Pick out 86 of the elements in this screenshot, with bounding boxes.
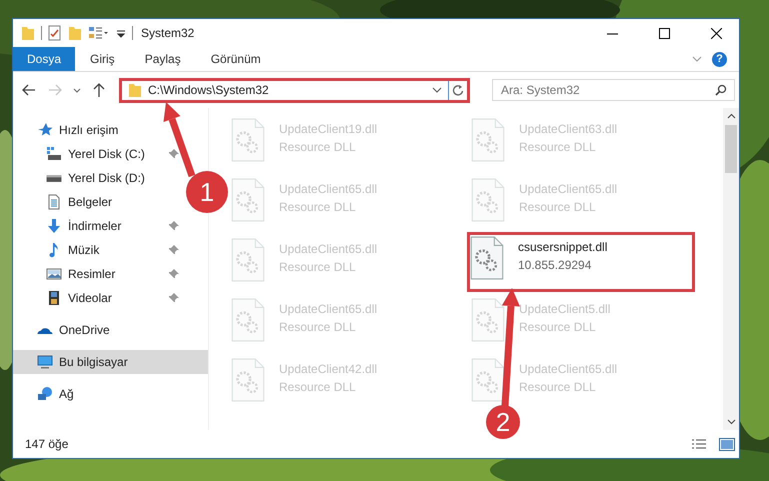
sidebar-item[interactable]: Yerel Disk (D:) xyxy=(13,166,183,190)
item-count: 147 öğe xyxy=(25,437,70,451)
file-gear-icon xyxy=(470,236,504,280)
file-name: UpdateClient63.dll xyxy=(519,122,618,136)
refresh-icon[interactable] xyxy=(452,84,464,96)
file-gear-icon xyxy=(231,298,265,342)
film-icon xyxy=(46,290,62,306)
caret-icon[interactable] xyxy=(726,112,736,121)
pin-icon[interactable] xyxy=(169,245,179,255)
sidebar-item[interactable]: İndirmeler xyxy=(13,214,183,238)
folder-icon xyxy=(128,82,142,98)
details-view-icon[interactable] xyxy=(691,438,707,450)
close-icon[interactable] xyxy=(710,28,722,38)
sidebar-item[interactable]: Hızlı erişim xyxy=(13,118,183,142)
thumbnail-view-icon[interactable] xyxy=(719,438,735,450)
window-title: System32 xyxy=(141,26,194,40)
address-path: C:\Windows\System32 xyxy=(148,83,270,97)
ribbon-tab[interactable]: Dosya xyxy=(13,47,76,71)
file-name: UpdateClient42.dll xyxy=(279,362,378,376)
file-gear-icon xyxy=(231,358,265,402)
cloud-icon xyxy=(37,326,53,334)
scrollbar-thumb[interactable] xyxy=(725,125,737,173)
file-name: UpdateClient65.dll xyxy=(279,182,378,196)
star-icon xyxy=(37,122,53,138)
help-button[interactable]: ? xyxy=(712,52,727,66)
network-icon xyxy=(37,386,53,402)
sidebar-item[interactable]: Müzik xyxy=(13,238,183,262)
file-detail: Resource DLL xyxy=(279,260,357,274)
file-name: csusersnippet.dll xyxy=(518,240,608,254)
file-gear-icon xyxy=(471,358,505,402)
scrollbar[interactable] xyxy=(723,108,739,430)
pin-icon[interactable] xyxy=(169,269,179,279)
step-number: 2 xyxy=(486,405,520,439)
sidebar-item[interactable]: Belgeler xyxy=(13,190,183,214)
pin-icon[interactable] xyxy=(169,293,179,303)
sidebar-item[interactable]: Videolar xyxy=(13,286,183,310)
file-detail: Resource DLL xyxy=(519,140,597,154)
download-icon xyxy=(46,218,62,234)
file-gear-icon xyxy=(231,178,265,222)
search-field[interactable]: Ara: System32 xyxy=(492,79,735,101)
back-arrow-icon[interactable] xyxy=(21,82,37,98)
file-detail: Resource DLL xyxy=(279,140,357,154)
sidebar-item[interactable]: Bu bilgisayar xyxy=(13,350,208,374)
file-name: UpdateClient5.dll xyxy=(519,302,610,316)
picture-icon xyxy=(46,266,62,282)
address-field[interactable]: C:\Windows\System32 xyxy=(119,78,470,102)
pin-icon[interactable] xyxy=(169,149,179,159)
file-detail: Resource DLL xyxy=(519,200,597,214)
file-name: UpdateClient65.dll xyxy=(519,362,618,376)
file-detail: 10.855.29294 xyxy=(518,258,592,272)
file-gear-icon xyxy=(471,298,505,342)
computer-icon xyxy=(37,354,53,370)
file-gear-icon xyxy=(231,118,265,162)
view-menu-icon[interactable] xyxy=(88,25,110,41)
file-gear-icon xyxy=(231,238,265,282)
drive-icon xyxy=(46,174,62,182)
sidebar-item[interactable]: Yerel Disk (C:) xyxy=(13,142,183,166)
file-detail: Resource DLL xyxy=(279,200,357,214)
file-detail: Resource DLL xyxy=(279,320,357,334)
file-detail: Resource DLL xyxy=(519,380,597,394)
step-number: 1 xyxy=(186,171,228,213)
file-detail: Resource DLL xyxy=(519,320,597,334)
ribbon-tab[interactable]: Giriş xyxy=(75,47,130,71)
ribbon-tab[interactable]: Görünüm xyxy=(196,47,276,71)
caret-icon[interactable] xyxy=(726,417,736,426)
pin-icon[interactable] xyxy=(169,221,179,231)
caret-icon[interactable] xyxy=(432,85,442,95)
file-name: UpdateClient65.dll xyxy=(519,182,618,196)
document-icon xyxy=(46,194,62,210)
drive-icon xyxy=(46,146,62,162)
ribbon-tab[interactable]: Paylaş xyxy=(130,47,196,71)
file-name: UpdateClient65.dll xyxy=(279,302,378,316)
file-name: UpdateClient65.dll xyxy=(279,242,378,256)
chevron-icon[interactable] xyxy=(692,54,702,64)
up-arrow-icon[interactable] xyxy=(91,82,107,98)
file-item[interactable]: csusersnippet.dll 10.855.29294 xyxy=(467,232,695,292)
file-gear-icon xyxy=(471,118,505,162)
file-gear-icon xyxy=(471,178,505,222)
file-name: UpdateClient19.dll xyxy=(279,122,378,136)
properties-icon[interactable] xyxy=(48,25,62,41)
sidebar-item[interactable]: Resimler xyxy=(13,262,183,286)
sidebar-item[interactable]: OneDrive xyxy=(13,318,183,342)
file-detail: Resource DLL xyxy=(279,380,357,394)
maximize-icon[interactable] xyxy=(658,28,670,38)
sidebar-item[interactable]: Ağ xyxy=(13,382,183,406)
search-icon[interactable] xyxy=(715,84,727,96)
